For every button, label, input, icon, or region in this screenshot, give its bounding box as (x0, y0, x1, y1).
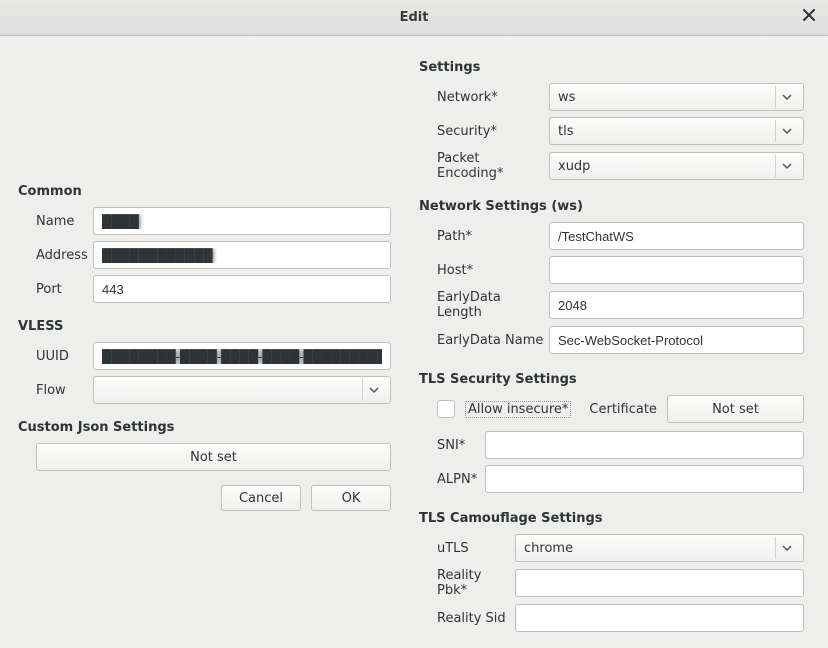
sni-input[interactable] (485, 431, 804, 459)
network-select-value: ws (558, 90, 771, 105)
left-column: Common Name Address Port VLESS UUID Flow (0, 36, 405, 648)
allow-insecure-label[interactable]: Allow insecure* (465, 401, 571, 418)
uuid-label: UUID (18, 349, 93, 364)
port-label: Port (18, 282, 93, 297)
address-label: Address (18, 248, 93, 263)
reality-pbk-label: Reality Pbk* (419, 568, 515, 598)
vless-heading: VLESS (18, 319, 391, 334)
name-input[interactable] (93, 207, 391, 235)
chevron-down-icon (775, 537, 797, 559)
security-select[interactable]: tls (549, 117, 804, 145)
network-label: Network* (419, 90, 549, 105)
address-input[interactable] (93, 241, 391, 269)
cancel-button[interactable]: Cancel (221, 485, 301, 511)
common-heading: Common (18, 184, 391, 199)
port-input[interactable] (93, 275, 391, 303)
certificate-button-label: Not set (712, 402, 759, 417)
path-input[interactable] (549, 222, 804, 250)
cancel-button-label: Cancel (239, 491, 283, 506)
ok-button-label: OK (342, 491, 361, 506)
certificate-label: Certificate (589, 402, 657, 417)
utls-select-value: chrome (524, 541, 771, 556)
window-title: Edit (400, 10, 429, 25)
sni-label: SNI* (419, 438, 485, 453)
earlydata-length-input[interactable] (549, 291, 804, 319)
security-label: Security* (419, 124, 549, 139)
packet-encoding-select-value: xudp (558, 159, 771, 174)
network-settings-heading: Network Settings (ws) (419, 199, 804, 214)
right-column: Settings Network* ws Security* tls Packe… (405, 36, 828, 648)
reality-sid-label: Reality Sid (419, 611, 515, 626)
network-select[interactable]: ws (549, 83, 804, 111)
earlydata-name-input[interactable] (549, 326, 804, 354)
host-input[interactable] (549, 256, 804, 284)
utls-select[interactable]: chrome (515, 534, 804, 562)
chevron-down-icon (775, 120, 797, 142)
custom-json-heading: Custom Json Settings (18, 420, 391, 435)
allow-insecure-checkbox[interactable] (437, 400, 455, 418)
chevron-down-icon (775, 86, 797, 108)
security-select-value: tls (558, 124, 771, 139)
chevron-down-icon (775, 155, 797, 177)
settings-heading: Settings (419, 60, 804, 75)
path-label: Path* (419, 229, 549, 244)
ok-button[interactable]: OK (311, 485, 391, 511)
packet-encoding-label: Packet Encoding* (419, 151, 549, 181)
earlydata-length-label: EarlyData Length (419, 290, 549, 320)
custom-json-button-label: Not set (190, 450, 237, 465)
tls-security-heading: TLS Security Settings (419, 372, 804, 387)
reality-pbk-input[interactable] (515, 569, 804, 597)
name-label: Name (18, 214, 93, 229)
chevron-down-icon (362, 379, 384, 401)
utls-label: uTLS (419, 541, 515, 556)
custom-json-button[interactable]: Not set (36, 443, 391, 471)
title-bar: Edit (0, 0, 828, 36)
reality-sid-input[interactable] (515, 604, 804, 632)
close-button[interactable] (800, 8, 818, 26)
flow-label: Flow (18, 383, 93, 398)
certificate-button[interactable]: Not set (667, 395, 804, 423)
uuid-input[interactable] (93, 342, 391, 370)
close-icon (803, 9, 815, 25)
alpn-input[interactable] (485, 465, 804, 493)
tls-camouflage-heading: TLS Camouflage Settings (419, 511, 804, 526)
alpn-label: ALPN* (419, 472, 485, 487)
flow-select[interactable] (93, 376, 391, 404)
earlydata-name-label: EarlyData Name (419, 333, 549, 348)
host-label: Host* (419, 263, 549, 278)
packet-encoding-select[interactable]: xudp (549, 152, 804, 180)
